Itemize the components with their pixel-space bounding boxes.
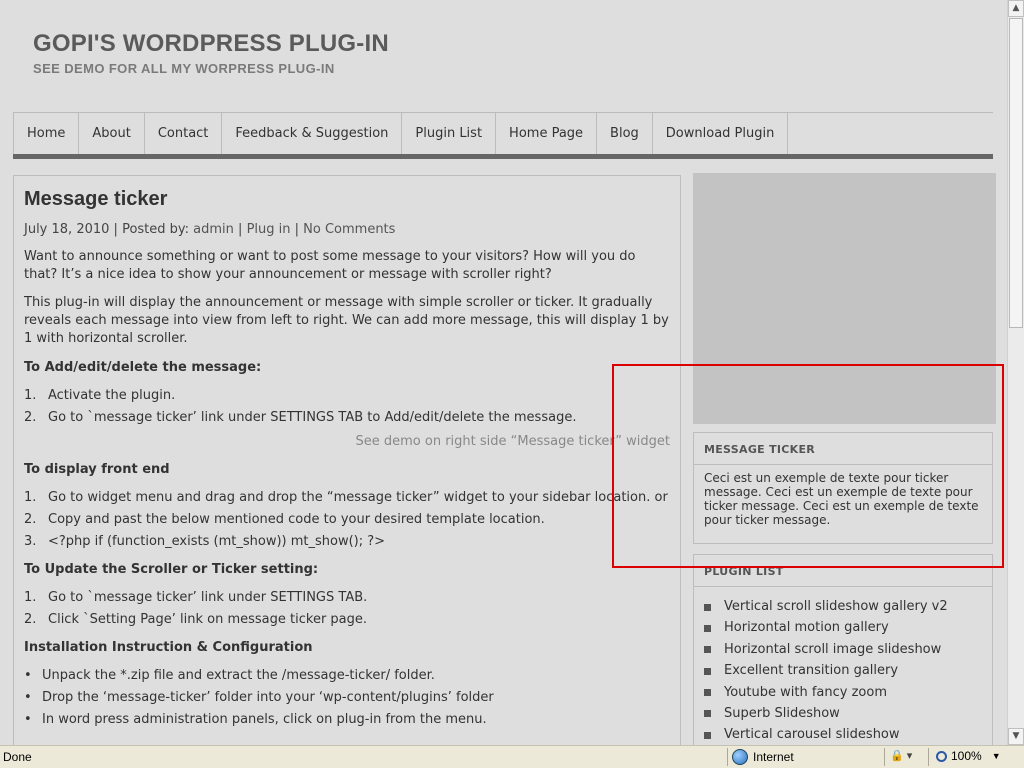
list-item: 2. Go to `message ticker’ link under SETT…: [24, 410, 577, 425]
site-subtitle: SEE DEMO FOR ALL MY WORPRESS PLUG-IN: [33, 61, 335, 76]
list-item: 3. <?php if (function_exists (mt_show)) m…: [24, 534, 386, 549]
ticker-message: Ceci est un exemple de texte pour ticker…: [704, 471, 979, 527]
intro-paragraph: Want to announce something or want to po…: [24, 249, 636, 282]
scrollbar-thumb[interactable]: [1009, 18, 1023, 328]
plugin-list-widget: PLUGIN LIST Vertical scroll slideshow ga…: [693, 554, 993, 745]
install-heading: Installation Instruction & Configuration: [24, 640, 313, 655]
list-item: 1. Go to `message ticker’ link under SETT…: [24, 590, 368, 605]
bullet-icon: [704, 667, 711, 675]
sidebar-ad-placeholder: [693, 173, 996, 424]
status-text: Done: [3, 750, 32, 764]
posted-by-label: Posted by:: [122, 222, 190, 237]
list-item: • Drop the ‘message-ticker’ folder into y…: [24, 690, 494, 705]
security-zone[interactable]: Internet: [732, 749, 794, 765]
post-meta: July 18, 2010 | Posted by: admin | Plug …: [24, 222, 396, 237]
chevron-down-icon: ▼: [991, 751, 1001, 761]
list-item[interactable]: Vertical carousel slideshow: [704, 727, 992, 743]
list-item[interactable]: Vertical scroll slideshow gallery v2: [704, 599, 992, 615]
install-steps-list: • Unpack the *.zip file and extract the /…: [24, 668, 670, 728]
display-heading: To display front end: [24, 462, 170, 477]
author-link[interactable]: admin: [193, 222, 234, 237]
nav-plugin-list[interactable]: Plugin List: [402, 113, 497, 154]
nav-about[interactable]: About: [79, 113, 145, 154]
description-paragraph: This plug-in will display the announceme…: [24, 295, 669, 346]
nav-feedback[interactable]: Feedback & Suggestion: [222, 113, 403, 154]
list-item[interactable]: Excellent transition gallery: [704, 663, 992, 679]
protected-mode-icon[interactable]: 🔒 ▾: [890, 749, 912, 762]
scroll-down-icon[interactable]: ▼: [1008, 728, 1024, 745]
main-navigation: Home About Contact Feedback & Suggestion…: [13, 112, 993, 159]
zoom-control[interactable]: 100% ▼: [936, 749, 1001, 763]
display-steps-list: 1. Go to widget menu and drag and drop th…: [24, 490, 670, 550]
list-item[interactable]: Horizontal scroll image slideshow: [704, 642, 992, 658]
list-item: 2. Copy and past the below mentioned code…: [24, 512, 545, 527]
list-item: 2. Click `Setting Page’ link on message t…: [24, 612, 368, 627]
nav-download-plugin[interactable]: Download Plugin: [653, 113, 789, 154]
add-steps-list: 1. Activate the plugin. 2. Go to `message …: [24, 388, 670, 426]
bullet-icon: [704, 646, 711, 654]
post-title[interactable]: Message ticker: [24, 187, 670, 211]
post-content: Message ticker July 18, 2010 | Posted by…: [13, 175, 681, 745]
bullet-icon: [704, 603, 711, 611]
widget-title: PLUGIN LIST: [694, 555, 992, 587]
site-title[interactable]: GOPI'S WORDPRESS PLUG-IN: [33, 30, 389, 58]
post-date: July 18, 2010: [24, 222, 110, 237]
widget-title: MESSAGE TICKER: [694, 433, 992, 465]
list-item[interactable]: Horizontal motion gallery: [704, 620, 992, 636]
list-item[interactable]: Youtube with fancy zoom: [704, 685, 992, 701]
bullet-icon: [704, 731, 711, 739]
list-item: • Unpack the *.zip file and extract the /…: [24, 668, 435, 683]
nav-home[interactable]: Home: [13, 113, 80, 154]
globe-icon: [732, 749, 748, 765]
plugin-list: Vertical scroll slideshow gallery v2 Hor…: [694, 587, 992, 743]
vertical-scrollbar[interactable]: ▲ ▼: [1007, 0, 1024, 745]
nav-blog[interactable]: Blog: [597, 113, 653, 154]
nav-contact[interactable]: Contact: [145, 113, 223, 154]
list-item: 1. Activate the plugin.: [24, 388, 176, 403]
comments-link[interactable]: No Comments: [303, 222, 395, 237]
demo-note: See demo on right side “Message ticker” …: [355, 434, 670, 449]
bullet-icon: [704, 689, 711, 697]
nav-home-page[interactable]: Home Page: [496, 113, 598, 154]
list-item: • In word press administration panels, cl…: [24, 712, 487, 727]
update-steps-list: 1. Go to `message ticker’ link under SETT…: [24, 590, 670, 628]
list-item[interactable]: Superb Slideshow: [704, 706, 992, 722]
zoom-icon: [936, 750, 947, 762]
bullet-icon: [704, 710, 711, 718]
browser-viewport: GOPI'S WORDPRESS PLUG-IN SEE DEMO FOR AL…: [0, 0, 1007, 745]
list-item: 1. Go to widget menu and drag and drop th…: [24, 490, 668, 505]
bullet-icon: [704, 624, 711, 632]
status-bar: Done Internet 🔒 ▾ 100% ▼: [0, 745, 1024, 768]
add-edit-heading: To Add/edit/delete the message:: [24, 360, 262, 375]
message-ticker-widget: MESSAGE TICKER Ceci est un exemple de te…: [693, 432, 993, 544]
update-heading: To Update the Scroller or Ticker setting…: [24, 562, 319, 577]
category-link[interactable]: Plug in: [247, 222, 291, 237]
scroll-up-icon[interactable]: ▲: [1008, 0, 1024, 17]
